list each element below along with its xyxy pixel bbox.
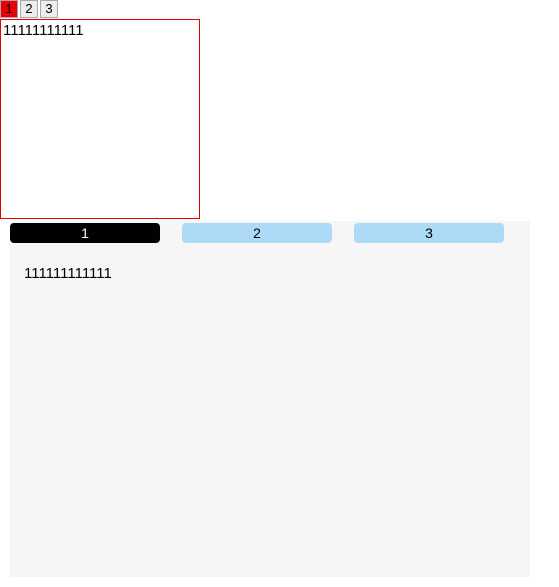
- small-tab-1[interactable]: 1: [0, 0, 18, 18]
- small-panel-content: 11111111111: [3, 22, 84, 39]
- big-tabs-container: 1 2 3: [10, 221, 530, 247]
- small-tabs: 1 2 3: [0, 0, 559, 18]
- small-tab-2[interactable]: 2: [20, 0, 38, 18]
- big-tab-panel: 111111111111: [10, 247, 530, 577]
- big-tab-3[interactable]: 3: [354, 223, 504, 243]
- big-tab-1[interactable]: 1: [10, 223, 160, 243]
- big-panel-content: 111111111111: [24, 265, 112, 282]
- small-tab-3[interactable]: 3: [40, 0, 58, 18]
- big-tab-2[interactable]: 2: [182, 223, 332, 243]
- small-tab-panel: 11111111111: [0, 19, 200, 219]
- big-tabs: 1 2 3: [10, 221, 530, 243]
